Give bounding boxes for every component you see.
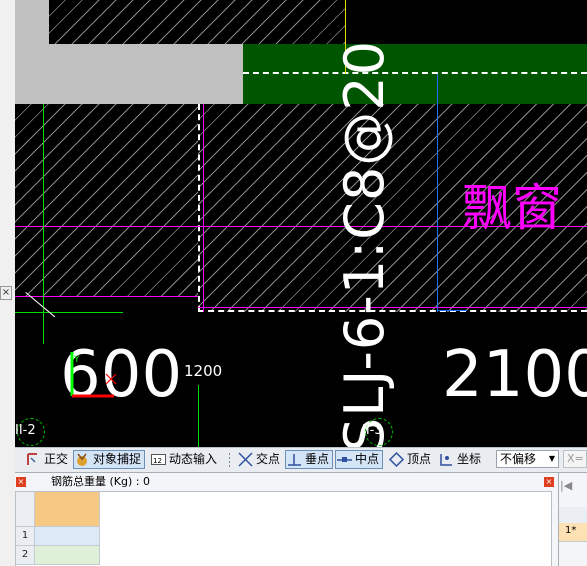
cad-viewport[interactable]: × SLJ-6-1:C8@20 飘窗 600 1200 2100 Y II-2 …: [0, 0, 587, 566]
grid-corner: [16, 492, 35, 527]
rebar-label: SLJ-6-1:C8@20: [333, 39, 396, 452]
dynamic-input-icon: 12: [151, 454, 166, 465]
rebar-panel-close-icon-right[interactable]: ×: [544, 477, 554, 487]
hatched-slab-top: [49, 0, 346, 45]
right-grid-row[interactable]: 1*: [559, 523, 587, 542]
right-panel: |◀ 1*: [558, 472, 587, 566]
toolbar-item-midpoint[interactable]: 中点: [335, 450, 384, 469]
toolbar-label-object-snap: 对象捕捉: [93, 452, 142, 466]
toolbar-item-object-snap[interactable]: 对象捕捉: [73, 450, 146, 469]
right-grid-row-label: 1*: [565, 525, 577, 536]
toolbar-label-ortho: 正交: [44, 452, 69, 466]
table-row-cell[interactable]: [35, 546, 100, 565]
coordinate-icon: [440, 454, 452, 466]
rebar-panel-close-icon[interactable]: ×: [16, 477, 26, 487]
toolbar-item-vertex[interactable]: 顶点: [388, 450, 434, 469]
rebar-panel: × 钢筋总重量 (Kg) : 0 × 1 2: [15, 472, 558, 566]
table-row-header[interactable]: 2: [16, 546, 35, 565]
toolbar-label-dynamic-input: 动态输入: [169, 452, 218, 466]
svg-text:12: 12: [153, 457, 162, 465]
grey-beam-bottom: [15, 44, 243, 104]
green-band-dash: [243, 72, 587, 74]
axis-label-left: II-2: [15, 423, 36, 438]
first-page-icon[interactable]: |◀: [560, 479, 574, 493]
dimension-1200: 1200: [184, 362, 223, 380]
table-row-cell[interactable]: [35, 527, 100, 546]
toolbar-label-coordinate: 坐标: [457, 452, 482, 466]
toolbar-label-vertex: 顶点: [407, 452, 432, 466]
toolbar-item-coordinate[interactable]: 坐标: [438, 450, 484, 469]
right-grid-header: [559, 507, 587, 524]
axis-label-mid: II-3: [362, 423, 383, 438]
snap-line-horizontal: [15, 312, 123, 313]
toolbar-label-perpendicular: 垂点: [305, 452, 330, 466]
x-coordinate-field[interactable]: X=: [563, 450, 587, 468]
green-band: [243, 44, 587, 104]
toolbar-item-ortho[interactable]: 正交: [25, 450, 71, 469]
toolbar-label-intersection: 交点: [256, 452, 281, 466]
blue-window-line: [437, 74, 438, 312]
toolbar-label-midpoint: 中点: [355, 452, 380, 466]
toolbar-item-perpendicular[interactable]: 垂点: [285, 450, 334, 469]
vertex-icon: [388, 451, 405, 468]
dimension-2100: 2100: [442, 338, 587, 412]
bay-window-label: 飘窗: [462, 179, 562, 237]
grid-header-cell[interactable]: [35, 492, 100, 527]
offset-select-value: 不偏移: [500, 452, 537, 466]
ortho-icon: [27, 453, 37, 465]
toolbar-item-dynamic-input[interactable]: 12 动态输入: [150, 450, 220, 469]
perpendicular-icon: [288, 454, 301, 466]
midpoint-icon: [337, 457, 352, 462]
rebar-grid[interactable]: 1 2: [15, 491, 552, 566]
blue-window-bottom: [437, 310, 467, 311]
toolbar-separator: [229, 453, 230, 468]
ucs-axis-icon: Y: [68, 350, 118, 400]
intersection-icon: [238, 452, 253, 467]
chevron-down-icon: ▼: [548, 454, 555, 463]
x-coordinate-label: X=: [567, 452, 584, 465]
total-weight-label: 钢筋总重量 (Kg) : 0: [51, 475, 150, 488]
snap-line-vertical-2: [198, 385, 199, 447]
object-snap-icon: [77, 453, 87, 466]
left-app-margin: [0, 0, 15, 566]
offset-select[interactable]: 不偏移 ▼: [496, 450, 559, 468]
svg-text:Y: Y: [73, 355, 80, 365]
left-panel-close-icon[interactable]: ×: [0, 286, 12, 300]
table-row-header[interactable]: 1: [16, 527, 35, 546]
snap-toolbar: 正交 对象捕捉 12 动态输入 交点 垂点 中点 顶点 坐标 不偏移 ▼ X=: [15, 447, 587, 472]
toolbar-item-intersection[interactable]: 交点: [237, 450, 283, 469]
magenta-vertical-line: [203, 104, 204, 312]
